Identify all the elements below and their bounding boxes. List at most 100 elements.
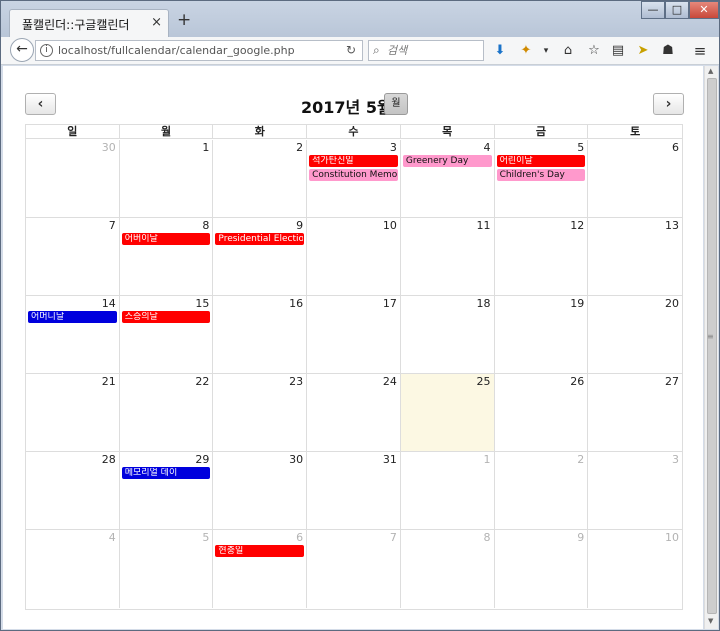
day-cell[interactable]: 27 xyxy=(588,374,682,452)
calendar-event[interactable]: 스승의날 xyxy=(121,311,211,323)
calendar-event[interactable]: Presidential Election xyxy=(215,233,305,245)
day-cell[interactable]: 22 xyxy=(119,374,214,452)
month-view-button[interactable]: 월 xyxy=(384,93,408,115)
maximize-button[interactable]: □ xyxy=(665,1,689,19)
day-cell[interactable]: 15 xyxy=(119,296,214,374)
day-number: 8 xyxy=(483,531,491,544)
extension-icon[interactable]: ✦ xyxy=(517,42,535,60)
calendar-event[interactable]: 메모리얼 데이 xyxy=(121,467,211,479)
day-number: 21 xyxy=(101,375,116,388)
calendar-event[interactable]: 어린이날 xyxy=(496,155,586,167)
day-number: 12 xyxy=(570,219,585,232)
url-bar[interactable]: i localhost/fullcalendar/calendar_google… xyxy=(35,40,363,61)
day-cell[interactable]: 12 xyxy=(494,218,589,296)
day-cell[interactable]: 7 xyxy=(26,218,120,296)
day-cell[interactable]: 31 xyxy=(307,452,401,530)
home-icon[interactable]: ⌂ xyxy=(559,42,577,60)
day-number: 3 xyxy=(671,453,679,466)
search-bar[interactable]: ⌕ xyxy=(368,40,484,61)
scroll-thumb[interactable] xyxy=(707,78,717,614)
minimize-button[interactable]: — xyxy=(641,1,665,19)
day-number: 26 xyxy=(570,375,585,388)
calendar-event[interactable]: 어버이날 xyxy=(121,233,211,245)
day-cell[interactable]: 16 xyxy=(213,296,308,374)
scroll-grip-icon: ≡ xyxy=(707,332,714,341)
day-number: 8 xyxy=(202,219,210,232)
scroll-up-icon[interactable]: ▲ xyxy=(708,67,713,75)
chevron-down-icon[interactable]: ▾ xyxy=(537,42,555,60)
calendar-event[interactable]: Constitution Memorial xyxy=(309,169,398,181)
bookmark-star-icon[interactable]: ☆ xyxy=(585,42,603,60)
day-number: 16 xyxy=(289,297,304,310)
day-cell[interactable]: 8 xyxy=(401,530,495,608)
cursor-icon[interactable]: ➤ xyxy=(634,42,652,60)
calendar-event[interactable]: 현충일 xyxy=(215,545,305,557)
day-cell[interactable]: 26 xyxy=(494,374,589,452)
day-cell[interactable]: 13 xyxy=(588,218,682,296)
info-icon[interactable]: i xyxy=(40,44,53,57)
day-cell[interactable]: 30 xyxy=(213,452,308,530)
day-cell[interactable]: 19 xyxy=(494,296,589,374)
vertical-scrollbar[interactable]: ▲ ≡ ▼ xyxy=(704,66,718,629)
day-cell[interactable]: 6 xyxy=(213,530,308,608)
day-cell[interactable]: 23 xyxy=(213,374,308,452)
day-cell[interactable]: 1 xyxy=(400,452,495,530)
day-cell[interactable]: 4 xyxy=(26,530,120,608)
day-cell[interactable]: 30 xyxy=(26,140,120,218)
day-cell[interactable]: 29 xyxy=(119,452,214,530)
day-cell[interactable]: 20 xyxy=(588,296,682,374)
day-cell[interactable]: 1 xyxy=(119,140,214,218)
day-cell[interactable]: 17 xyxy=(307,296,401,374)
tab-close-icon[interactable]: × xyxy=(151,15,162,30)
url-text[interactable]: localhost/fullcalendar/calendar_google.p… xyxy=(58,44,295,57)
day-cell[interactable]: 21 xyxy=(26,374,120,452)
day-cell[interactable]: 10 xyxy=(588,530,682,608)
new-tab-icon[interactable]: + xyxy=(177,12,191,29)
day-cell[interactable]: 4 xyxy=(400,140,495,218)
day-cell[interactable]: 7 xyxy=(307,530,401,608)
calendar-event[interactable]: 어머니날 xyxy=(28,311,117,323)
day-cell[interactable]: 2 xyxy=(213,140,308,218)
menu-icon[interactable]: ≡ xyxy=(691,42,709,60)
calendar-title: 2017년 5월 xyxy=(301,98,392,117)
weekday-header: 일월화수목금 토 xyxy=(26,125,682,139)
browser-tab[interactable]: 풀캘린더::구글캘린더 × xyxy=(9,9,169,37)
day-number: 24 xyxy=(382,375,397,388)
prev-month-button[interactable]: ‹ xyxy=(25,93,56,115)
day-cell[interactable]: 28 xyxy=(26,452,120,530)
day-cell[interactable]: 24 xyxy=(307,374,401,452)
day-cell[interactable]: 8 xyxy=(119,218,214,296)
close-window-button[interactable]: ✕ xyxy=(689,1,719,19)
day-cell[interactable]: 9 xyxy=(495,530,589,608)
calendar-event[interactable]: Greenery Day xyxy=(402,155,492,167)
reload-icon[interactable]: ↻ xyxy=(346,43,356,57)
search-input[interactable] xyxy=(387,43,479,58)
day-cell[interactable]: 9 xyxy=(213,218,308,296)
calendar-event[interactable]: Children's Day xyxy=(496,169,586,181)
day-number: 5 xyxy=(577,141,585,154)
day-number: 19 xyxy=(570,297,585,310)
day-cell[interactable]: 2 xyxy=(494,452,589,530)
day-cell-today[interactable]: 25 xyxy=(400,374,495,452)
next-month-button[interactable]: › xyxy=(653,93,684,115)
download-icon[interactable]: ⬇ xyxy=(491,42,509,60)
scroll-down-icon[interactable]: ▼ xyxy=(708,617,713,625)
day-cell[interactable]: 6 xyxy=(588,140,682,218)
day-cell[interactable]: 3 xyxy=(588,452,682,530)
profile-icon[interactable]: ☗ xyxy=(659,42,677,60)
calendar-grid: 일월화수목금토 30 1 2 3 4 5 6 7 8 9 10 11 12 13 14 15 16 17 18 19 2… xyxy=(25,124,683,610)
back-arrow-icon: ← xyxy=(16,41,28,57)
day-cell[interactable]: 18 xyxy=(400,296,495,374)
tab-title: 풀캘린더::구글캘린더 xyxy=(22,18,130,32)
back-button[interactable]: ← xyxy=(10,38,34,62)
day-number: 6 xyxy=(296,531,304,544)
day-cell[interactable]: 10 xyxy=(307,218,401,296)
page-content: ‹ 2017년 5월 월 › 일월화수목금토 30 1 2 3 4 5 6 7 8 9 10 11 12… xyxy=(3,66,703,629)
reading-list-icon[interactable]: ▤ xyxy=(609,42,627,60)
day-number: 13 xyxy=(664,219,679,232)
calendar-event[interactable]: 석가탄신일 xyxy=(309,155,398,167)
browser-window: 풀캘린더::구글캘린더 × + — □ ✕ ← i localhost/full… xyxy=(0,0,720,631)
day-cell[interactable]: 11 xyxy=(400,218,495,296)
day-cell[interactable]: 14 xyxy=(26,296,120,374)
day-cell[interactable]: 5 xyxy=(120,530,214,608)
